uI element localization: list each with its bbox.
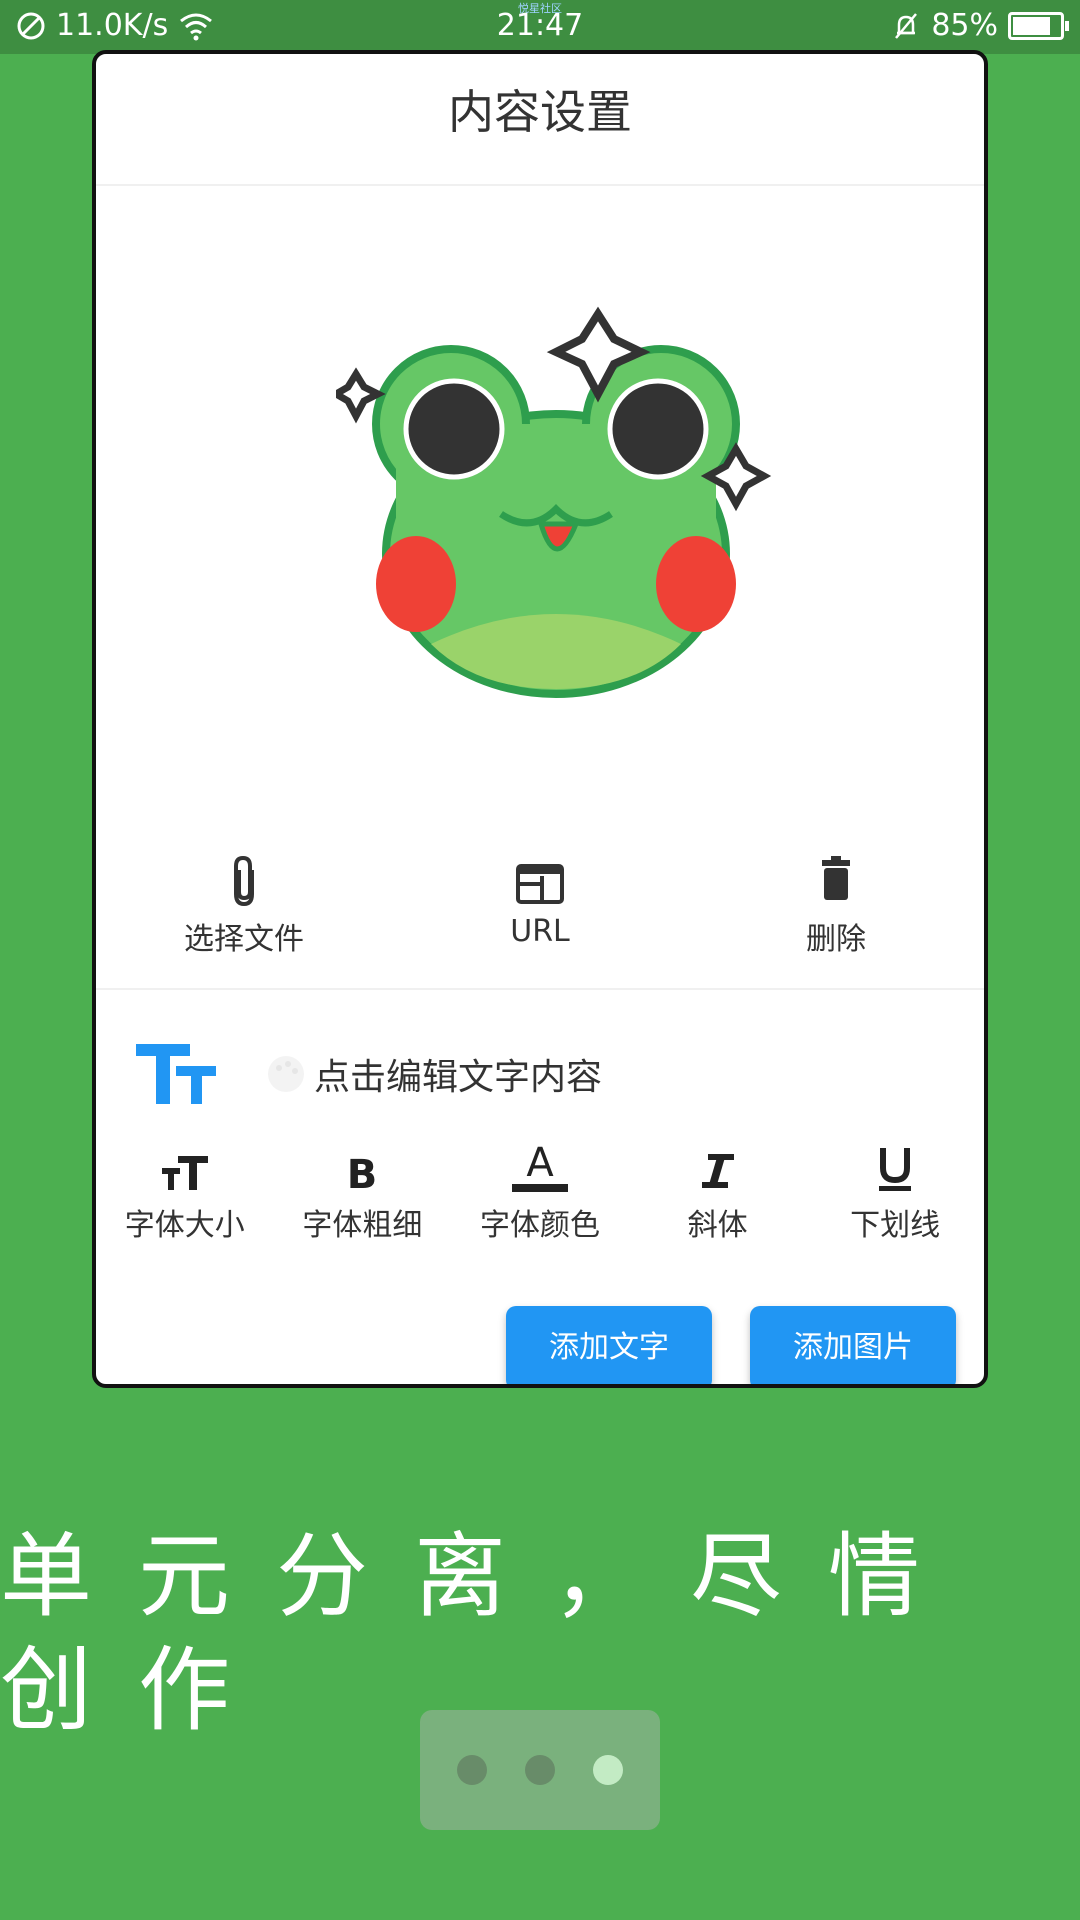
page-dot[interactable]	[593, 1755, 623, 1785]
delete-label: 删除	[806, 922, 866, 957]
underline-icon	[879, 1148, 912, 1191]
status-right: 85%	[891, 8, 1069, 43]
content-settings-card: 内容设置 选择文件 URL 删除 点击编辑文字内容 字体大小 B 字体粗细 A …	[92, 50, 988, 1388]
status-bar: 悦星社区 11.0K/s 21:47 85%	[0, 0, 1080, 54]
bell-off-icon	[895, 12, 918, 39]
page-dot[interactable]	[525, 1755, 555, 1785]
bold-icon: B	[347, 1152, 378, 1194]
add-image-button[interactable]: 添加图片	[750, 1306, 956, 1384]
battery-icon	[1008, 11, 1069, 40]
font-weight-tool[interactable]: B 字体粗细	[274, 1138, 452, 1244]
add-text-button[interactable]: 添加文字	[506, 1306, 712, 1384]
font-size-icon	[161, 1156, 208, 1190]
page-indicator	[420, 1710, 660, 1830]
text-content-placeholder: 点击编辑文字内容	[314, 1057, 603, 1098]
delete-button[interactable]: 删除	[726, 854, 946, 958]
frog-image[interactable]	[329, 284, 776, 724]
font-color-icon: A	[511, 1140, 568, 1192]
italic-label: 斜体	[687, 1208, 748, 1243]
choose-file-label: 选择文件	[184, 922, 304, 957]
section-divider	[96, 988, 984, 990]
svg-text:B: B	[347, 1152, 378, 1194]
file-actions: 选择文件 URL 删除	[96, 854, 984, 958]
url-label: URL	[510, 914, 570, 949]
italic-tool[interactable]: 斜体	[629, 1138, 807, 1244]
font-color-label: 字体颜色	[479, 1208, 600, 1243]
palette-icon	[268, 1056, 304, 1092]
text-edit-row[interactable]: 点击编辑文字内容	[136, 1034, 602, 1114]
italic-icon	[701, 1154, 734, 1188]
font-size-tool[interactable]: 字体大小	[96, 1138, 274, 1244]
web-icon	[516, 864, 564, 904]
text-style-icon	[136, 1044, 216, 1104]
underline-tool[interactable]: 下划线	[806, 1138, 984, 1244]
font-weight-label: 字体粗细	[302, 1208, 423, 1243]
font-size-label: 字体大小	[124, 1208, 245, 1243]
page-dot[interactable]	[457, 1755, 487, 1785]
choose-file-button[interactable]: 选择文件	[134, 854, 354, 958]
trash-icon	[822, 856, 850, 900]
font-color-tool[interactable]: A 字体颜色	[451, 1138, 629, 1244]
url-button[interactable]: URL	[430, 854, 650, 958]
paperclip-icon	[234, 855, 254, 907]
page-title: 内容设置	[96, 54, 984, 186]
format-toolbar: 字体大小 B 字体粗细 A 字体颜色 斜体 下划线	[96, 1138, 984, 1244]
underline-label: 下划线	[850, 1208, 941, 1243]
svg-text:A: A	[526, 1140, 554, 1186]
battery-percent: 85%	[931, 8, 998, 43]
